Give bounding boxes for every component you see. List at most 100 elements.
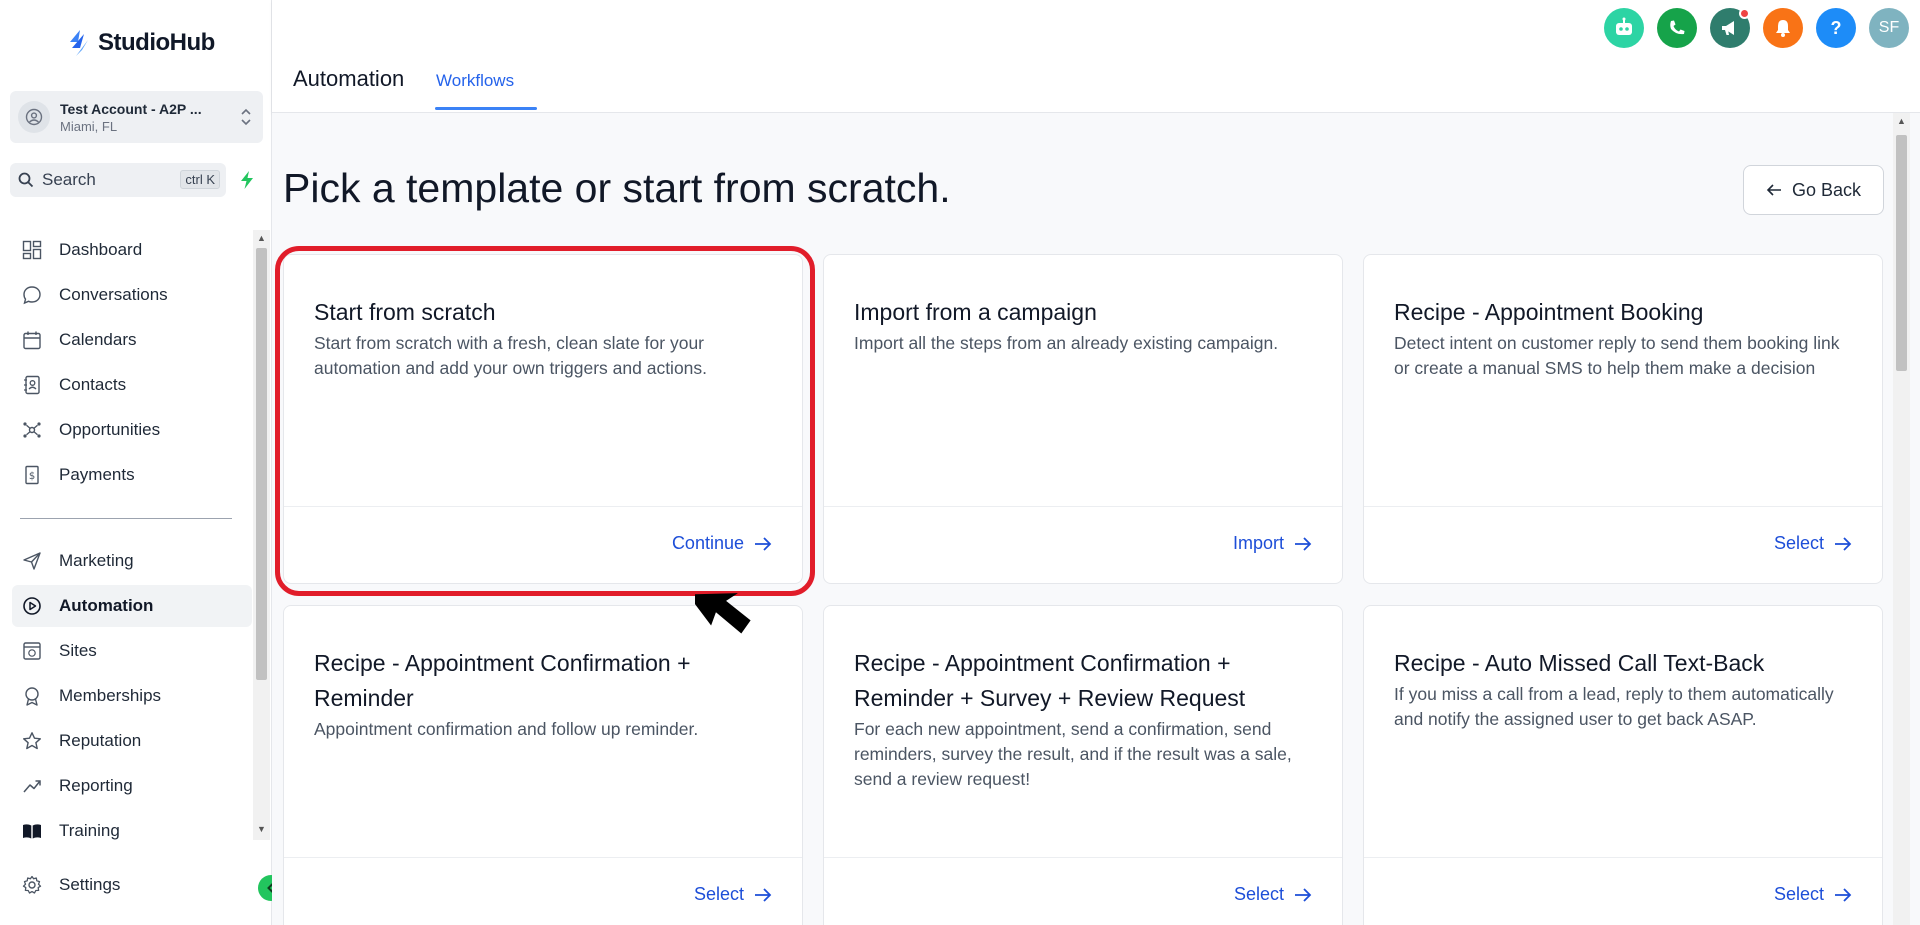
select-button[interactable]: Select <box>1234 884 1312 905</box>
dashboard-icon <box>20 238 44 262</box>
arrow-left-icon <box>1766 184 1781 196</box>
help-button[interactable]: ? <box>1816 8 1856 48</box>
card-title: Recipe - Appointment Confirmation + Remi… <box>854 650 1246 711</box>
template-card[interactable]: Recipe - Appointment Confirmation + Remi… <box>823 605 1343 925</box>
sidebar-item-training[interactable]: Training <box>12 810 252 852</box>
page-title: Pick a template or start from scratch. <box>283 165 951 211</box>
sidebar-item-label: Settings <box>59 875 121 894</box>
quick-actions-button[interactable] <box>232 163 262 197</box>
book-icon <box>20 819 44 843</box>
card-divider <box>1364 857 1882 858</box>
card-action-label: Select <box>1233 884 1284 904</box>
sidebar-item-label: Reputation <box>59 731 142 750</box>
select-button[interactable]: Select <box>1774 533 1852 554</box>
card-title: Import from a campaign <box>854 299 1097 325</box>
sidebar-item-reporting[interactable]: Reporting <box>12 765 252 807</box>
gear-icon <box>20 873 44 897</box>
logo-icon <box>70 30 88 56</box>
card-description: If you miss a call from a lead, reply to… <box>1394 684 1834 729</box>
card-title: Recipe - Appointment Confirmation + Remi… <box>314 650 691 711</box>
card-action-label: Select <box>1773 884 1824 904</box>
account-location: Miami, FL <box>60 118 118 134</box>
select-button[interactable]: Select <box>1774 884 1852 905</box>
phone-icon <box>1670 20 1685 35</box>
notifications-button[interactable] <box>1763 8 1803 48</box>
template-card[interactable]: Recipe - Auto Missed Call Text-Back If y… <box>1363 605 1883 925</box>
template-card[interactable]: Start from scratch Start from scratch wi… <box>283 254 803 584</box>
sidebar-item-label: Contacts <box>59 375 127 394</box>
sidebar-item-opportunities[interactable]: Opportunities <box>12 409 252 451</box>
notification-dot <box>1739 8 1750 19</box>
sites-icon <box>20 639 44 663</box>
payments-icon: $ <box>20 463 44 487</box>
scroll-up-arrow-icon[interactable]: ▲ <box>1897 116 1906 126</box>
phone-button[interactable] <box>1657 8 1697 48</box>
logo[interactable]: StudioHub <box>66 28 215 58</box>
megaphone-icon <box>1722 21 1734 35</box>
card-description: Start from scratch with a fresh, clean s… <box>314 333 708 378</box>
sidebar-item-automation[interactable]: Automation <box>12 585 252 627</box>
search-icon <box>18 172 34 188</box>
sidebar-item-dashboard[interactable]: Dashboard <box>12 229 252 271</box>
bot-icon <box>1616 17 1632 35</box>
sidebar-item-sites[interactable]: Sites <box>12 630 252 672</box>
main-scrollbar[interactable]: ▲ <box>1893 113 1910 925</box>
user-icon <box>25 108 43 126</box>
sidebar-item-reputation[interactable]: Reputation <box>12 720 252 762</box>
main-scrollbar-thumb[interactable] <box>1896 135 1907 371</box>
sidebar-item-label: Memberships <box>59 686 162 705</box>
top-header: Automation Workflows ? SF <box>272 0 1920 113</box>
sidebar-scrollbar[interactable]: ▲ ▼ <box>253 230 270 840</box>
opportunities-icon <box>20 418 44 442</box>
calendar-icon <box>20 328 44 352</box>
header-actions: ? SF <box>1604 8 1909 48</box>
lightning-icon <box>241 171 253 189</box>
tab-workflows[interactable]: Workflows <box>436 71 514 91</box>
send-icon <box>20 549 44 573</box>
sidebar-item-marketing[interactable]: Marketing <box>12 540 252 582</box>
continue-button[interactable]: Continue <box>672 533 772 554</box>
bell-icon <box>1776 20 1790 37</box>
sidebar-item-calendars[interactable]: Calendars <box>12 319 252 361</box>
help-icon: ? <box>1830 17 1842 38</box>
sidebar-item-label: Payments <box>59 465 135 484</box>
sidebar-item-label: Automation <box>59 596 154 615</box>
sidebar-item-label: Marketing <box>59 551 134 570</box>
announcements-button[interactable] <box>1710 8 1750 48</box>
user-avatar[interactable]: SF <box>1869 8 1909 48</box>
svg-text:$: $ <box>29 471 35 482</box>
contacts-icon <box>20 373 44 397</box>
scroll-up-arrow-icon[interactable]: ▲ <box>257 233 266 243</box>
sidebar-item-contacts[interactable]: Contacts <box>12 364 252 406</box>
template-card[interactable]: Import from a campaign Import all the st… <box>823 254 1343 584</box>
card-title: Start from scratch <box>314 299 496 325</box>
card-description: Import all the steps from an already exi… <box>854 333 1279 353</box>
sidebar-item-settings[interactable]: Settings <box>12 864 252 906</box>
sidebar-item-memberships[interactable]: Memberships <box>12 675 252 717</box>
sidebar-item-conversations[interactable]: Conversations <box>12 274 252 316</box>
sidebar-scrollbar-thumb[interactable] <box>256 248 267 680</box>
sidebar-item-label: Sites <box>59 641 97 660</box>
page-section-title: Automation <box>293 66 405 91</box>
template-card[interactable]: Recipe - Appointment Booking Detect inte… <box>1363 254 1883 584</box>
search-shortcut: ctrl K <box>180 170 220 189</box>
card-title: Recipe - Appointment Booking <box>1394 299 1704 325</box>
sidebar-divider <box>20 518 232 519</box>
account-switcher[interactable]: Test Account - A2P ... Miami, FL <box>10 91 263 143</box>
ai-assistant-button[interactable] <box>1604 8 1644 48</box>
sidebar-item-payments[interactable]: $ Payments <box>12 454 252 496</box>
import-button[interactable]: Import <box>1233 533 1312 554</box>
sidebar-item-label: Calendars <box>59 330 137 349</box>
arrow-right-icon <box>1295 887 1312 902</box>
sidebar-item-label: Dashboard <box>59 240 143 259</box>
card-description: For each new appointment, send a confirm… <box>854 719 1292 789</box>
card-divider <box>284 506 802 507</box>
go-back-label: Go Back <box>1791 179 1862 200</box>
select-button[interactable]: Select <box>694 884 772 905</box>
card-action-label: Continue <box>671 533 744 553</box>
main-content: Pick a template or start from scratch. G… <box>272 113 1920 925</box>
go-back-button[interactable]: Go Back <box>1743 165 1884 215</box>
scroll-down-arrow-icon[interactable]: ▼ <box>257 824 266 834</box>
template-card[interactable]: Recipe - Appointment Confirmation + Remi… <box>283 605 803 925</box>
search-input[interactable]: Search ctrl K <box>10 163 226 197</box>
